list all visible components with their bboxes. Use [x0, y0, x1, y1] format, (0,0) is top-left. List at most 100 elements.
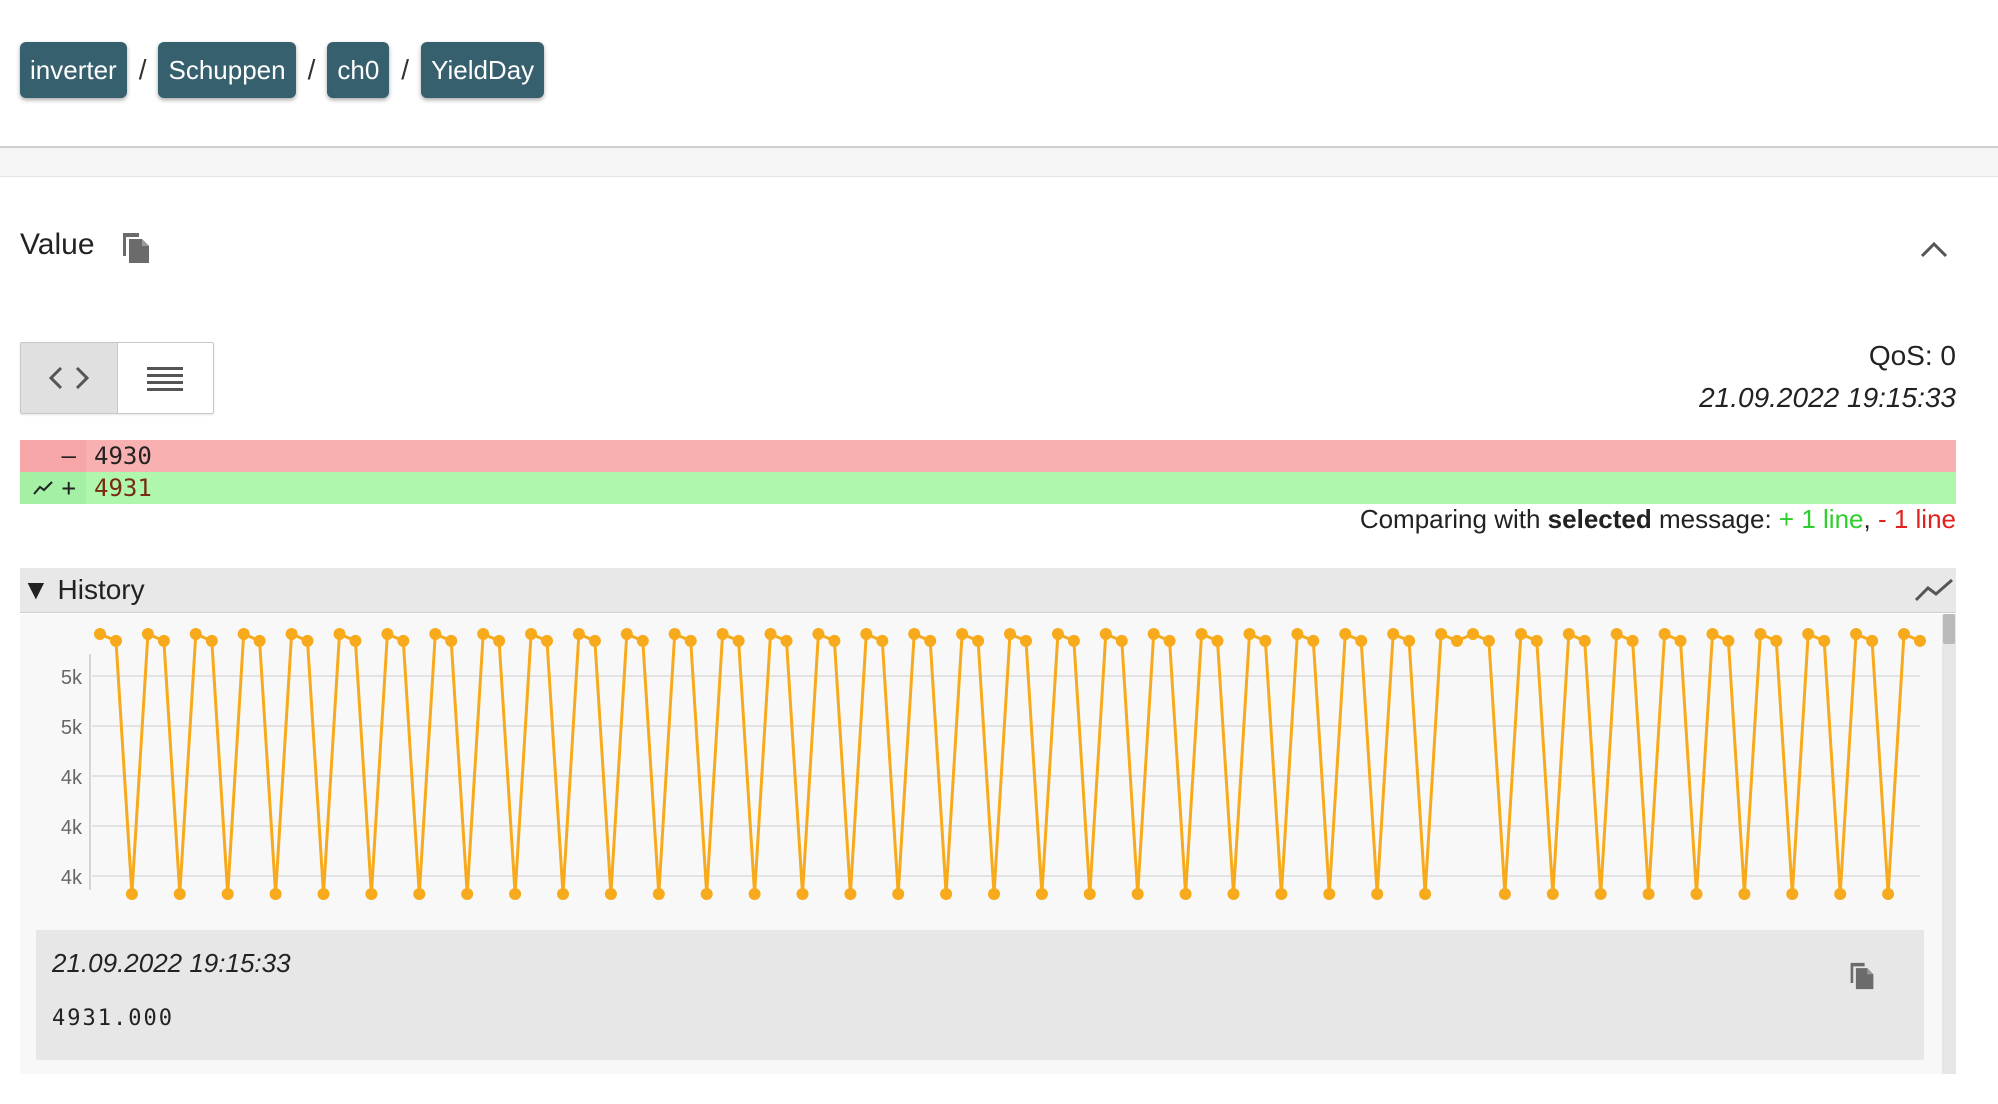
- data-point: [1834, 888, 1847, 900]
- y-tick-label: 5k: [61, 667, 83, 689]
- data-point: [908, 628, 921, 640]
- chevron-up-icon[interactable]: [1916, 236, 1952, 264]
- qos-label: QoS: 0: [1868, 340, 1956, 371]
- breadcrumb: inverter / Schuppen / ch0 / YieldDay: [20, 42, 545, 98]
- data-point: [1083, 888, 1096, 900]
- data-point: [1642, 888, 1655, 900]
- breadcrumb-item-inverter[interactable]: inverter: [20, 42, 127, 98]
- data-point: [1866, 634, 1879, 647]
- data-point: [1195, 628, 1208, 640]
- data-point: [716, 628, 729, 640]
- data-point: [445, 634, 458, 647]
- data-point: [1163, 634, 1176, 647]
- code-view-button[interactable]: [21, 343, 117, 413]
- diff-line-removed: – 4930: [20, 440, 1956, 472]
- lines-icon: [147, 367, 184, 391]
- data-point: [1035, 888, 1048, 900]
- data-point: [1339, 628, 1352, 640]
- breadcrumb-item-schuppen[interactable]: Schuppen: [158, 42, 296, 98]
- data-point: [1706, 628, 1719, 640]
- data-point: [557, 888, 569, 900]
- data-point: [1355, 634, 1368, 647]
- data-point: [940, 888, 953, 900]
- data-point: [1419, 888, 1432, 900]
- message-timestamp: 21.09.2022 19:15:33: [1699, 382, 1956, 413]
- data-point: [924, 634, 937, 647]
- view-toggle: [20, 342, 214, 414]
- data-point: [509, 888, 522, 900]
- data-point: [189, 628, 202, 640]
- data-point: [1770, 634, 1783, 647]
- copy-icon[interactable]: [120, 230, 152, 266]
- breadcrumb-separator: /: [138, 54, 147, 85]
- data-point: [812, 628, 825, 640]
- data-point: [1482, 634, 1495, 647]
- data-point: [173, 888, 186, 900]
- code-icon: [48, 366, 89, 390]
- copy-icon[interactable]: [1848, 960, 1876, 992]
- data-point: [1818, 634, 1831, 647]
- data-point: [1115, 634, 1128, 647]
- divider-band: [0, 148, 1998, 177]
- data-point: [668, 628, 681, 640]
- data-point: [1546, 888, 1559, 900]
- value-title: Value: [20, 228, 95, 261]
- data-point: [796, 888, 809, 900]
- data-point: [1514, 628, 1527, 640]
- text-view-button[interactable]: [116, 343, 214, 413]
- breadcrumb-item-yieldday[interactable]: YieldDay: [421, 42, 545, 98]
- data-point: [1004, 628, 1016, 640]
- data-point: [317, 888, 330, 900]
- data-point: [1227, 888, 1240, 900]
- trend-icon[interactable]: [32, 479, 54, 497]
- scrollbar-thumb[interactable]: [1943, 614, 1955, 644]
- series-line: [99, 632, 1921, 896]
- data-point: [221, 888, 234, 900]
- data-point: [1243, 628, 1256, 640]
- data-point: [828, 634, 841, 647]
- data-point: [1914, 634, 1926, 647]
- data-point: [1067, 634, 1080, 647]
- history-title-text: History: [57, 574, 145, 605]
- compare-prefix: Comparing with: [1359, 504, 1548, 534]
- data-point: [365, 888, 378, 900]
- data-point: [125, 888, 138, 900]
- data-point: [141, 628, 154, 640]
- data-point: [349, 634, 362, 647]
- data-point: [541, 634, 553, 647]
- breadcrumb-item-ch0[interactable]: ch0: [327, 42, 390, 98]
- diff-line-added: + 4931: [20, 472, 1956, 504]
- data-point: [269, 888, 282, 900]
- data-point: [1850, 628, 1863, 640]
- compare-summary: Comparing with selected message: + 1 lin…: [1360, 504, 1956, 535]
- data-point: [1578, 634, 1591, 647]
- data-point: [493, 634, 506, 647]
- data-point: [764, 628, 777, 640]
- tooltip-value: 4931.000: [52, 1006, 174, 1031]
- history-chart: 5k 5k 4k 4k 4k: [61, 628, 1926, 900]
- data-point: [1658, 628, 1671, 640]
- data-point: [525, 628, 538, 640]
- scrollbar-track[interactable]: [1942, 614, 1956, 1074]
- data-point: [1179, 888, 1192, 900]
- chart-toggle-icon[interactable]: [1914, 574, 1954, 606]
- data-point: [1147, 628, 1160, 640]
- data-point: [1323, 888, 1336, 900]
- data-point: [157, 634, 170, 647]
- compare-comma: ,: [1863, 504, 1878, 534]
- data-point: [1211, 634, 1224, 647]
- data-point: [1530, 634, 1543, 647]
- data-point: [205, 634, 218, 647]
- data-point: [1882, 888, 1895, 900]
- data-point: [956, 628, 969, 640]
- data-point: [1610, 628, 1623, 640]
- data-point: [732, 634, 745, 647]
- breadcrumb-separator: /: [307, 54, 316, 85]
- data-point: [1594, 888, 1607, 900]
- data-point: [1754, 628, 1767, 640]
- data-point: [876, 634, 889, 647]
- history-header[interactable]: ▼ History: [20, 568, 1956, 613]
- data-point: [1898, 628, 1910, 640]
- breadcrumb-separator: /: [401, 54, 410, 85]
- data-point: [1387, 628, 1400, 640]
